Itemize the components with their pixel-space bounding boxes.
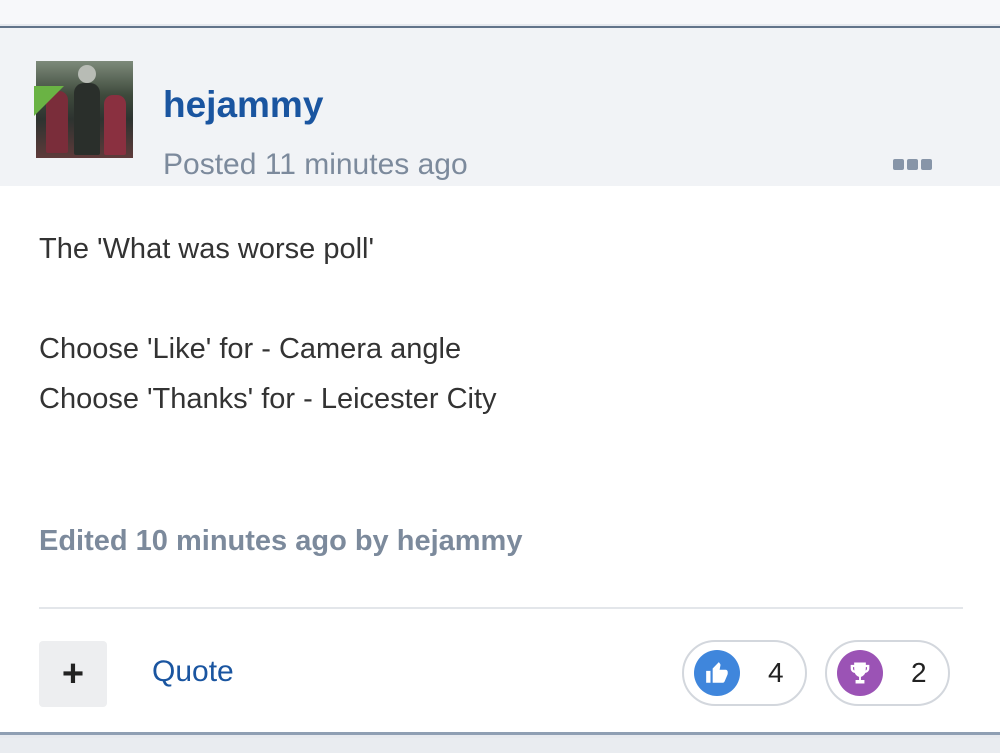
post-header: hejammy Posted 11 minutes ago [0, 28, 1000, 186]
quote-button[interactable]: Quote [152, 655, 234, 689]
edited-note: Edited 10 minutes ago by hejammy [39, 525, 523, 557]
online-status-badge [34, 86, 64, 116]
trophy-icon [837, 650, 883, 696]
multi-quote-button[interactable]: + [39, 641, 107, 707]
divider [39, 607, 963, 609]
thanks-reaction-button[interactable]: 2 [825, 640, 950, 706]
post-text-spacer [39, 274, 497, 324]
thumbs-up-icon [694, 650, 740, 696]
post-text-line: Choose 'Thanks' for - Leicester City [39, 383, 497, 415]
page-top-strip [0, 0, 1000, 24]
post-content: The 'What was worse poll' Choose 'Like' … [39, 224, 497, 424]
like-count: 4 [768, 657, 784, 688]
page-bottom-strip [0, 738, 1000, 753]
post-text-line: The 'What was worse poll' [39, 233, 375, 265]
thanks-count: 2 [911, 657, 927, 688]
post-timestamp[interactable]: Posted 11 minutes ago [163, 148, 468, 182]
forum-post: hejammy Posted 11 minutes ago The 'What … [0, 26, 1000, 735]
author-name[interactable]: hejammy [163, 84, 323, 126]
more-options-icon[interactable] [893, 159, 937, 171]
like-reaction-button[interactable]: 4 [682, 640, 807, 706]
post-text-line: Choose 'Like' for - Camera angle [39, 333, 462, 365]
